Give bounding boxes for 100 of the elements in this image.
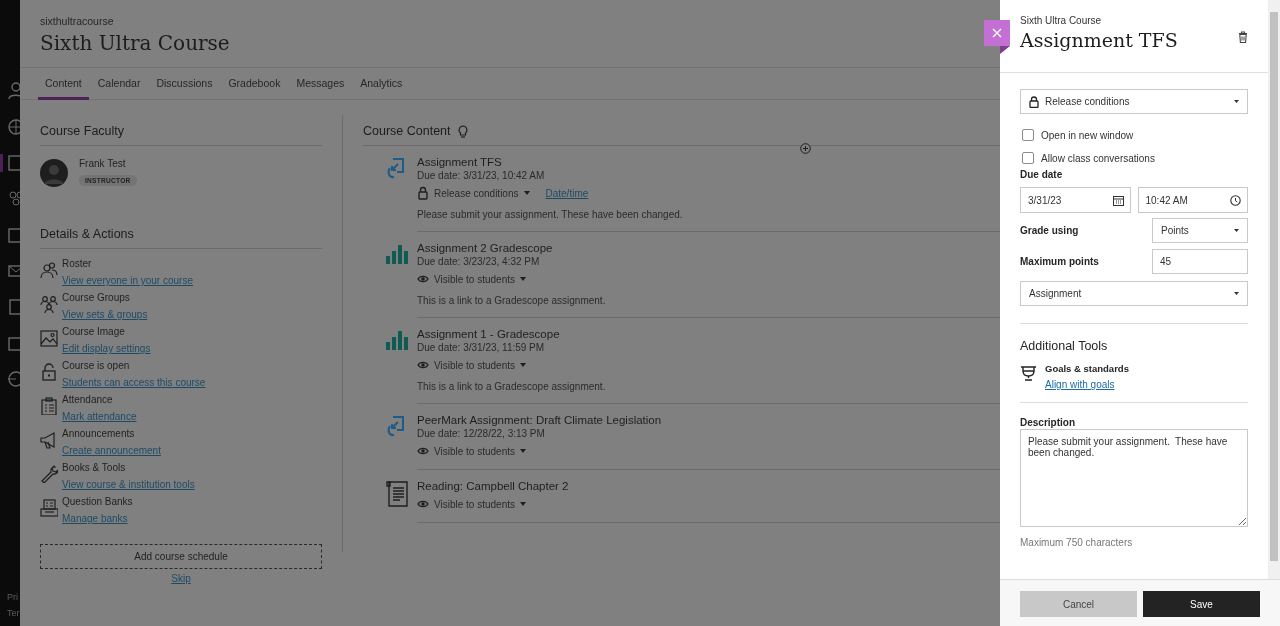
content-title[interactable]: Assignment 2 Gradescope: [417, 242, 1000, 254]
detail-link[interactable]: View everyone in your course: [62, 274, 193, 287]
wrench-icon: [40, 465, 58, 483]
clipboard-list-icon: [40, 397, 58, 415]
time-field[interactable]: 10:42 AM: [1137, 187, 1248, 213]
caret-icon: [520, 277, 526, 281]
unlocked-padlock-icon: [40, 363, 58, 381]
content-description: Please submit your assignment. These have been changed.: [417, 209, 684, 220]
checkbox-label: Allow class conversations: [1041, 152, 1155, 164]
date-time-link[interactable]: Date/time: [545, 186, 589, 200]
detail-title: Course Groups: [62, 292, 131, 304]
content-title[interactable]: Reading: Campbell Chapter 2: [417, 480, 1000, 492]
section-heading: Additional Tools: [1020, 339, 1109, 353]
detail-title: Announcements: [62, 428, 136, 440]
field-label: Maximum points: [1020, 256, 1099, 267]
caret-icon: [523, 191, 530, 195]
lightbulb-icon: [457, 124, 468, 138]
add-circle-icon: [800, 143, 811, 154]
visibility-dropdown[interactable]: Visible to students: [417, 497, 526, 511]
person-icon: [7, 82, 20, 100]
visibility-dropdown[interactable]: Visible to students: [417, 444, 526, 458]
detail-link[interactable]: Edit display settings: [62, 342, 151, 355]
due-date: Due date: 12/28/22, 3:13 PM: [417, 428, 546, 439]
section-heading: Course Content: [363, 124, 451, 138]
megaphone-icon: [40, 431, 58, 449]
instructor-name: Frank Test: [79, 158, 127, 169]
course-name: Sixth Ultra Course: [1020, 15, 1103, 26]
checkbox[interactable]: [1022, 152, 1034, 164]
envelope-icon: [7, 262, 20, 280]
visibility-dropdown[interactable]: Visible to students: [417, 272, 526, 286]
description-field[interactable]: Please submit your assignment. These have been changed.: [1020, 429, 1248, 527]
visibility-dropdown[interactable]: Visible to students: [417, 358, 526, 372]
field-label: Due date: [1020, 169, 1064, 180]
caret-icon: [520, 502, 526, 506]
caret-icon: [1234, 100, 1239, 103]
due-date: Due date: 3/31/23, 10:42 AM: [417, 170, 546, 181]
content-description: This is a link to a Gradescope assignment.: [417, 381, 607, 392]
people-icon: [40, 261, 58, 279]
question-bank-icon: [40, 499, 58, 517]
content-title[interactable]: Assignment TFS: [417, 156, 1000, 168]
footer-link[interactable]: Pri: [7, 592, 20, 602]
caret-icon: [1234, 292, 1239, 295]
detail-title: Course Image: [62, 326, 126, 338]
trophy-icon: [1020, 366, 1037, 381]
date-field[interactable]: 3/31/23: [1020, 187, 1131, 213]
caret-icon: [1234, 229, 1239, 232]
avatar: [40, 158, 68, 187]
grade-dropdown[interactable]: Points: [1152, 218, 1248, 243]
nav-tab[interactable]: Messages: [289, 68, 352, 100]
close-button[interactable]: [984, 20, 1010, 46]
points-field[interactable]: 45: [1152, 249, 1248, 274]
caret-icon: [520, 363, 526, 367]
due-date: Due date: 3/23/23, 4:32 PM: [417, 256, 541, 267]
save-button[interactable]: Save: [1143, 591, 1260, 617]
section-heading: Course Faculty: [40, 124, 322, 146]
image-icon: [40, 329, 58, 347]
nav-tab[interactable]: Gradebook: [221, 68, 288, 100]
character-limit-hint: Maximum 750 characters: [1020, 537, 1134, 548]
align-goals-link[interactable]: Align with goals: [1045, 379, 1115, 390]
detail-title: Question Banks: [62, 496, 133, 508]
content-description: This is a link to a Gradescope assignment.: [417, 295, 607, 306]
clock-icon: [1230, 194, 1241, 206]
content-title[interactable]: PeerMark Assignment: Draft Climate Legislation: [417, 414, 1000, 426]
detail-link[interactable]: Create announcement: [62, 444, 161, 457]
detail-title: Course is open: [62, 360, 131, 372]
globe-icon: [7, 118, 20, 136]
skip-link[interactable]: Skip: [171, 572, 191, 585]
checkbox-label: Open in new window: [1041, 129, 1134, 141]
footer-link[interactable]: Ter: [7, 608, 20, 618]
due-date: Due date: 3/31/23, 11:59 PM: [417, 342, 546, 353]
detail-link[interactable]: View sets & groups: [62, 308, 148, 321]
visibility-dropdown[interactable]: Release conditions: [417, 186, 530, 200]
detail-title: Attendance: [62, 394, 114, 406]
nav-tab[interactable]: Calendar: [90, 68, 148, 100]
caret-icon: [520, 449, 526, 453]
detail-title: Roster: [62, 258, 93, 270]
padlock-icon: [1029, 95, 1039, 108]
content-title[interactable]: Assignment 1 - Gradescope: [417, 328, 1000, 340]
sign-out-icon: [7, 370, 20, 388]
cancel-button[interactable]: Cancel: [1020, 591, 1137, 617]
nav-tab[interactable]: Content: [38, 68, 89, 100]
detail-link[interactable]: Manage banks: [62, 512, 128, 525]
detail-link[interactable]: Students can access this course: [62, 376, 206, 389]
group-icon: [40, 295, 58, 313]
section-heading: Details & Actions: [40, 227, 322, 249]
detail-link[interactable]: View course & institution tools: [62, 478, 195, 491]
category-dropdown[interactable]: Assignment: [1020, 281, 1248, 306]
release-conditions-dropdown[interactable]: Release conditions: [1020, 89, 1248, 114]
checkbox[interactable]: [1022, 129, 1034, 141]
close-icon: [992, 28, 1002, 38]
padlock-icon: [417, 186, 429, 200]
nav-tab[interactable]: Analytics: [353, 68, 410, 100]
scrollbar[interactable]: [1268, 0, 1280, 579]
course-code: sixthultracourse: [40, 15, 115, 27]
detail-link[interactable]: Mark attendance: [62, 410, 137, 423]
panel-title: Assignment TFS: [1020, 29, 1178, 51]
tool-title: Goals & standards: [1045, 363, 1129, 374]
course-title: Sixth Ultra Course: [40, 31, 231, 57]
nav-tab[interactable]: Discussions: [149, 68, 220, 100]
add-schedule-button[interactable]: Add course schedule: [40, 544, 322, 569]
